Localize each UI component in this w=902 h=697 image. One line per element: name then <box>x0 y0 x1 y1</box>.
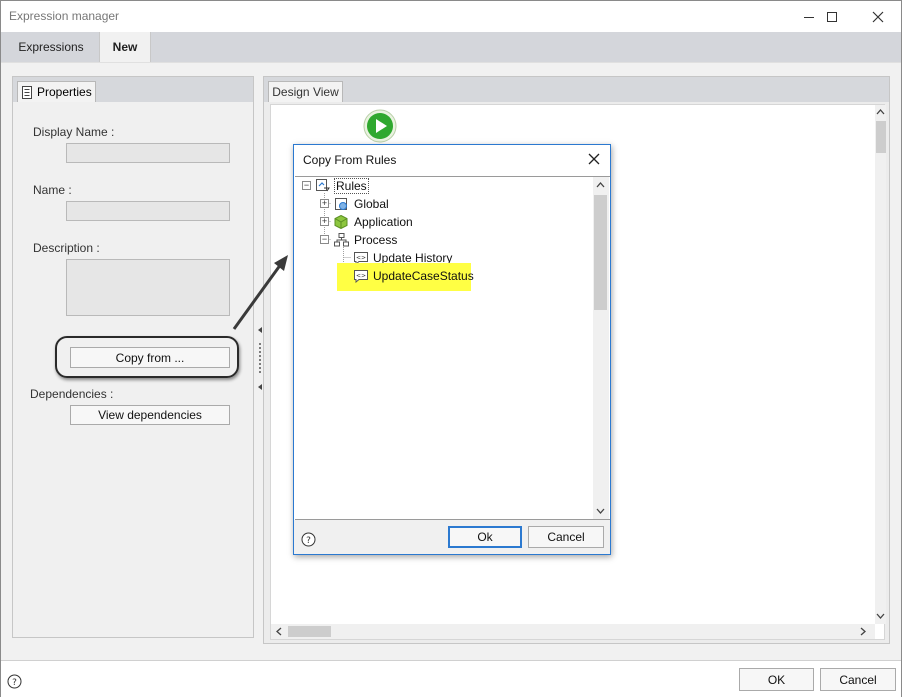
canvas-vertical-thumb[interactable] <box>876 121 886 153</box>
dialog-close-button[interactable] <box>582 149 606 169</box>
tree-item-update-case-status-label: UpdateCaseStatus <box>373 269 474 283</box>
dialog-title: Copy From Rules <box>303 153 397 167</box>
application-expand-toggle[interactable]: + <box>320 217 329 226</box>
display-name-label: Display Name : <box>33 125 115 139</box>
canvas-vertical-scrollbar[interactable] <box>875 105 886 624</box>
title-bar: Expression manager <box>1 1 901 32</box>
name-label: Name : <box>33 183 72 197</box>
design-view-header: Design View <box>264 77 889 102</box>
description-label: Description : <box>33 241 100 255</box>
expression-icon: <> <box>354 270 368 283</box>
tab-new[interactable]: New <box>99 32 151 62</box>
expression-manager-window: Expression manager Expressions New Prope… <box>0 0 902 697</box>
tab-strip: Expressions New <box>1 32 901 62</box>
tree-item-global[interactable]: Global <box>334 195 389 213</box>
dialog-ok-button[interactable]: Ok <box>448 526 522 548</box>
properties-panel: Properties Display Name : Name : Descrip… <box>12 76 254 638</box>
maximize-button[interactable] <box>809 1 855 32</box>
tree-vertical-thumb[interactable] <box>594 195 607 310</box>
application-icon <box>334 215 348 229</box>
svg-text:<>: <> <box>356 273 366 280</box>
rules-collapse-toggle[interactable]: − <box>302 181 311 190</box>
ok-button[interactable]: OK <box>739 668 814 691</box>
window-footer: ? OK Cancel <box>1 660 901 697</box>
properties-icon <box>22 85 32 99</box>
scroll-down-icon[interactable] <box>596 507 605 515</box>
scroll-up-icon[interactable] <box>596 181 605 189</box>
tab-expressions[interactable]: Expressions <box>9 32 93 62</box>
svg-text:?: ? <box>12 678 17 688</box>
process-collapse-toggle[interactable]: − <box>320 235 329 244</box>
scroll-up-icon[interactable] <box>876 108 885 116</box>
callout-arrow <box>232 255 288 330</box>
view-dependencies-button[interactable]: View dependencies <box>70 405 230 425</box>
close-icon <box>588 153 600 165</box>
close-button[interactable] <box>855 1 901 32</box>
scroll-right-icon[interactable] <box>859 627 867 636</box>
help-icon[interactable]: ? <box>301 532 316 547</box>
help-icon[interactable]: ? <box>7 674 22 689</box>
properties-tab-label: Properties <box>37 85 92 99</box>
tree-item-application-label: Application <box>354 215 413 229</box>
canvas-horizontal-thumb[interactable] <box>288 626 331 637</box>
name-field[interactable] <box>66 201 230 221</box>
design-view-tab[interactable]: Design View <box>268 81 343 102</box>
start-node-icon[interactable] <box>363 109 397 143</box>
copy-from-rules-dialog: Copy From Rules − Rules + Global + Appli… <box>293 144 611 555</box>
copy-from-button[interactable]: Copy from ... <box>70 347 230 368</box>
tree-item-rules[interactable]: Rules <box>315 177 369 195</box>
rules-tree: − Rules + Global + Application − Process… <box>295 176 610 520</box>
scroll-down-icon[interactable] <box>876 612 885 620</box>
tree-item-process[interactable]: Process <box>334 231 397 249</box>
properties-header: Properties <box>13 77 253 102</box>
cancel-button[interactable]: Cancel <box>820 668 896 691</box>
display-name-field[interactable] <box>66 143 230 163</box>
window-title: Expression manager <box>9 9 120 23</box>
tree-item-process-label: Process <box>354 233 398 247</box>
properties-tab[interactable]: Properties <box>17 81 96 102</box>
close-icon <box>872 11 884 22</box>
description-field[interactable] <box>66 259 230 316</box>
global-icon <box>335 198 347 210</box>
dependencies-label: Dependencies : <box>30 387 114 401</box>
tree-item-update-case-status[interactable]: <> UpdateCaseStatus <box>353 267 474 285</box>
tree-vertical-scrollbar[interactable] <box>593 177 609 519</box>
rules-icon <box>316 179 330 192</box>
tree-item-rules-label: Rules <box>334 178 369 194</box>
dialog-cancel-button[interactable]: Cancel <box>528 526 604 548</box>
scroll-left-icon[interactable] <box>275 627 283 636</box>
canvas-horizontal-scrollbar[interactable] <box>271 624 875 639</box>
global-expand-toggle[interactable]: + <box>320 199 329 208</box>
svg-text:?: ? <box>306 536 311 546</box>
maximize-icon <box>827 11 837 22</box>
dialog-footer: ? Ok Cancel <box>294 520 610 554</box>
process-icon <box>334 233 349 247</box>
tree-item-global-label: Global <box>354 197 389 211</box>
svg-text:<>: <> <box>356 255 366 262</box>
tree-item-application[interactable]: Application <box>334 213 413 231</box>
